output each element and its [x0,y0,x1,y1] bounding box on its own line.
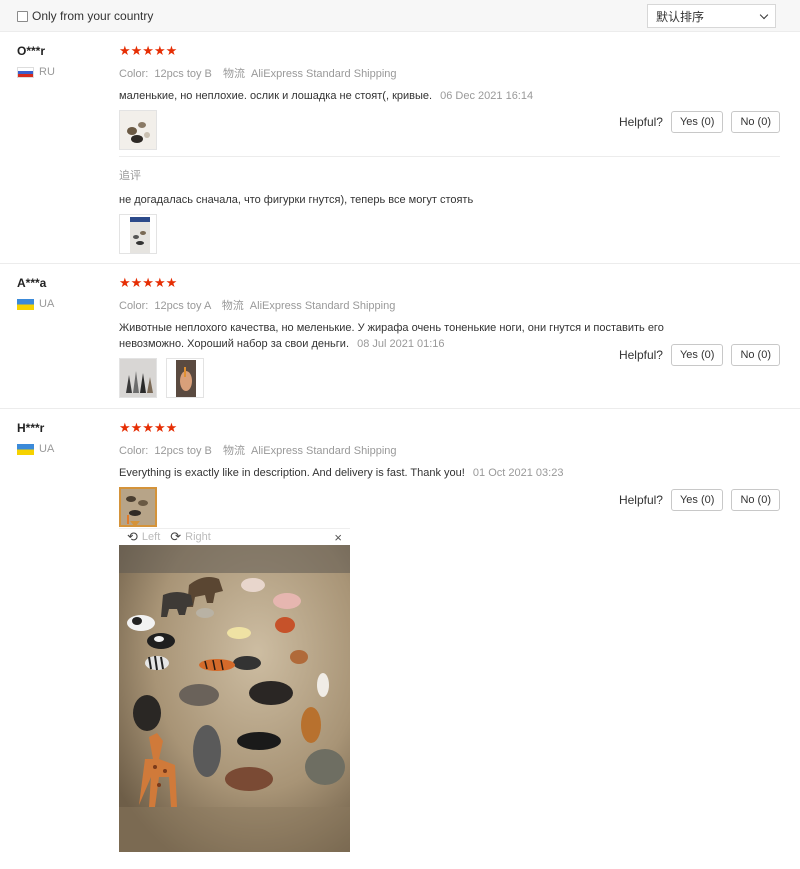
review-text-row: Животные неплохого качества, но меленьки… [119,320,679,352]
sort-select[interactable]: 默认排序 [647,4,776,28]
color-value: 12pcs toy B [154,68,212,80]
only-country-label: Only from your country [32,9,154,23]
review-meta: Color: 12pcs toy B 物流 AliExpress Standar… [119,65,780,81]
followup-text: не догадалась сначала, что фигурки гнутс… [119,194,474,206]
only-country-filter[interactable]: Only from your country [17,9,153,23]
review-content: ★★★★★ Color: 12pcs toy B 物流 AliExpress S… [119,421,780,527]
reviewer-country: UA [39,298,55,310]
color-value: 12pcs toy A [154,300,211,312]
helpful-no-button[interactable]: No (0) [731,344,780,366]
helpful-label: Helpful? [618,348,663,362]
review-text-row: маленькие, но неплохие. ослик и лошадка … [119,88,780,104]
color-label: Color: [119,300,149,312]
viewer-pointer-icon [130,521,140,527]
review-date: 01 Oct 2021 03:23 [472,467,564,479]
review-text: Everything is exactly like in descriptio… [119,467,465,479]
reviewer-country: UA [39,443,55,455]
color-label: Color: [119,445,149,457]
shipping-label: 物流 [222,68,245,80]
flag-ua-icon [17,298,34,310]
rotate-right-icon: ⟳ [170,529,182,544]
close-icon[interactable]: × [334,530,342,545]
reviewer-name: O***r [17,44,46,58]
helpful-label: Helpful? [618,115,663,129]
rotate-left-button[interactable]: ⟲ Left [127,529,160,545]
shipping-label: 物流 [222,445,245,457]
sort-select-value: 默认排序 [656,9,705,24]
shipping-value: AliExpress Standard Shipping [249,300,396,312]
helpful-yes-button[interactable]: Yes (0) [670,489,724,511]
rotate-left-label: Left [141,531,161,543]
followup-label: 追评 [119,170,141,182]
flag-ua-icon [17,443,34,455]
reviewer-country: RU [39,66,55,78]
star-rating: ★★★★★ [119,43,178,58]
review-user: O***r RU [17,44,55,78]
helpful-controls: Helpful? Yes (0) No (0) [619,344,780,366]
review-content: ★★★★★ Color: 12pcs toy A 物流 AliExpress S… [119,276,780,398]
reviewer-name: A***a [17,276,47,290]
rotate-right-button[interactable]: ⟳ Right [170,529,211,545]
review-text-row: Everything is exactly like in descriptio… [119,465,780,481]
review-photo-thumbnail[interactable] [119,110,157,150]
review-date: 06 Dec 2021 16:14 [440,90,534,102]
followup-photo-thumbnail[interactable] [119,214,157,254]
helpful-yes-button[interactable]: Yes (0) [670,344,724,366]
review-user: H***r UA [17,421,54,455]
helpful-controls: Helpful? Yes (0) No (0) [619,111,780,133]
shipping-value: AliExpress Standard Shipping [251,445,397,457]
rotate-right-label: Right [185,531,211,543]
review-meta: Color: 12pcs toy A 物流 AliExpress Standar… [119,297,780,313]
only-country-checkbox[interactable] [17,10,28,22]
review-user: A***a UA [17,276,54,310]
review-date: 08 Jul 2021 01:16 [357,338,445,350]
helpful-no-button[interactable]: No (0) [731,489,780,511]
image-viewer-toolbar: ⟲ Left ⟳ Right × [119,528,350,545]
review-photo-thumbnail[interactable] [166,358,205,398]
color-label: Color: [119,68,149,80]
review-content: ★★★★★ Color: 12pcs toy B 物流 AliExpress S… [119,44,780,150]
review-photo-thumbnail[interactable] [119,358,157,398]
star-rating: ★★★★★ [119,420,178,435]
star-rating: ★★★★★ [119,275,178,290]
review-item: A***a UA ★★★★★ Color: 12pcs toy A 物流 Ali… [0,264,800,409]
flag-ru-icon [17,66,34,78]
followup-section: 追评 не догадалась сначала, что фигурки гн… [119,156,780,254]
shipping-value: AliExpress Standard Shipping [251,68,397,80]
rotate-left-icon: ⟲ [127,529,138,544]
helpful-yes-button[interactable]: Yes (0) [670,111,724,133]
helpful-label: Helpful? [618,493,663,507]
review-photo-enlarged [119,545,350,852]
reviewer-name: H***r [17,421,45,435]
review-text: маленькие, но неплохие. ослик и лошадка … [119,90,433,102]
filter-bar: Only from your country 默认排序 [0,0,800,32]
shipping-label: 物流 [221,300,244,312]
review-item: O***r RU ★★★★★ Color: 12pcs toy B 物流 Ali… [0,32,800,264]
helpful-no-button[interactable]: No (0) [731,111,780,133]
review-meta: Color: 12pcs toy B 物流 AliExpress Standar… [119,442,780,458]
chevron-down-icon [759,10,769,19]
color-value: 12pcs toy B [154,445,212,457]
helpful-controls: Helpful? Yes (0) No (0) [619,489,780,511]
